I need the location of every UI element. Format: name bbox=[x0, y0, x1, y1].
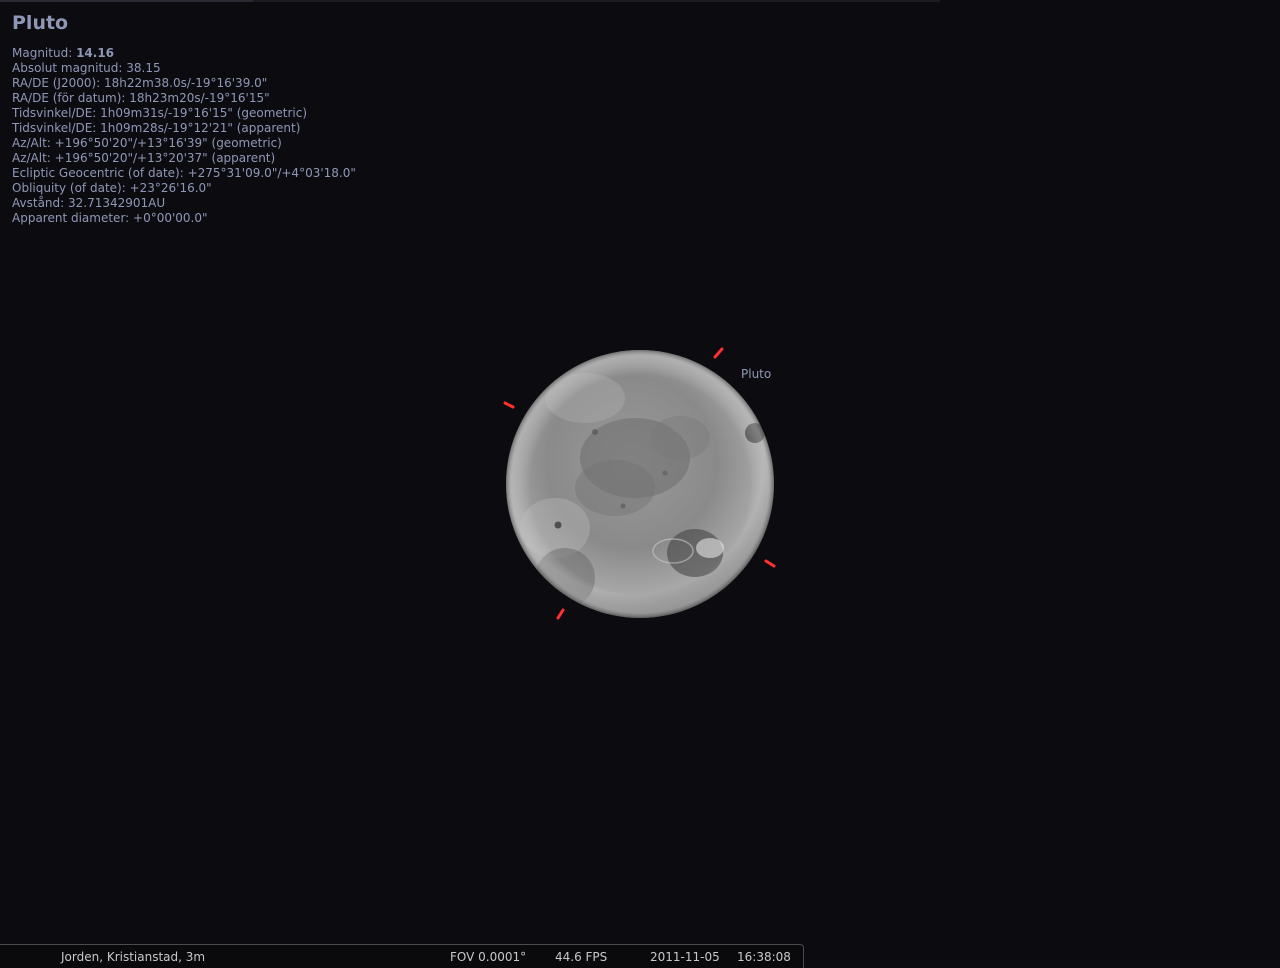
fov-text: FOV 0.0001° bbox=[450, 950, 527, 964]
date-text[interactable]: 2011-11-05 bbox=[650, 950, 720, 964]
magnitude-line: Magnitud: 14.16 bbox=[12, 46, 356, 61]
fps-text: 44.6 FPS bbox=[555, 950, 608, 964]
distance-line: Avstånd: 32.71342901AU bbox=[12, 196, 166, 210]
object-info-panel: Pluto Magnitud: 14.16 Absolut magnitud: … bbox=[12, 10, 356, 226]
ra-de-j2000-line: RA/DE (J2000): 18h22m38.0s/-19°16'39.0" bbox=[12, 76, 268, 90]
sky-view[interactable]: Pluto Magnitud: 14.16 Absolut magnitud: … bbox=[0, 0, 1280, 968]
ra-de-of-date-line: RA/DE (för datum): 18h23m20s/-19°16'15" bbox=[12, 91, 270, 105]
object-name-title: Pluto bbox=[12, 12, 69, 34]
hour-angle-geometric-line: Tidsvinkel/DE: 1h09m31s/-19°16'15" (geom… bbox=[12, 106, 308, 120]
ecliptic-geocentric-line: Ecliptic Geocentric (of date): +275°31'0… bbox=[12, 166, 356, 180]
top-edge-highlight bbox=[0, 0, 253, 2]
status-bar: Jorden, Kristianstad, 3m FOV 0.0001° 44.… bbox=[0, 944, 804, 968]
hour-angle-apparent-line: Tidsvinkel/DE: 1h09m28s/-19°12'21" (appa… bbox=[12, 121, 301, 135]
object-label[interactable]: Pluto bbox=[741, 367, 771, 381]
absolute-magnitude-line: Absolut magnitud: 38.15 bbox=[12, 61, 161, 75]
location-text[interactable]: Jorden, Kristianstad, 3m bbox=[61, 950, 205, 964]
magnitude-value: 14.16 bbox=[76, 46, 115, 60]
time-text[interactable]: 16:38:08 bbox=[737, 950, 791, 964]
pluto-disc[interactable] bbox=[506, 350, 774, 618]
az-alt-apparent-line: Az/Alt: +196°50'20"/+13°20'37" (apparent… bbox=[12, 151, 276, 165]
obliquity-line: Obliquity (of date): +23°26'16.0" bbox=[12, 181, 212, 195]
apparent-diameter-line: Apparent diameter: +0°00'00.0" bbox=[12, 211, 208, 225]
magnitude-label: Magnitud: bbox=[12, 46, 77, 60]
planet-view[interactable] bbox=[495, 338, 785, 628]
az-alt-geometric-line: Az/Alt: +196°50'20"/+13°16'39" (geometri… bbox=[12, 136, 282, 150]
